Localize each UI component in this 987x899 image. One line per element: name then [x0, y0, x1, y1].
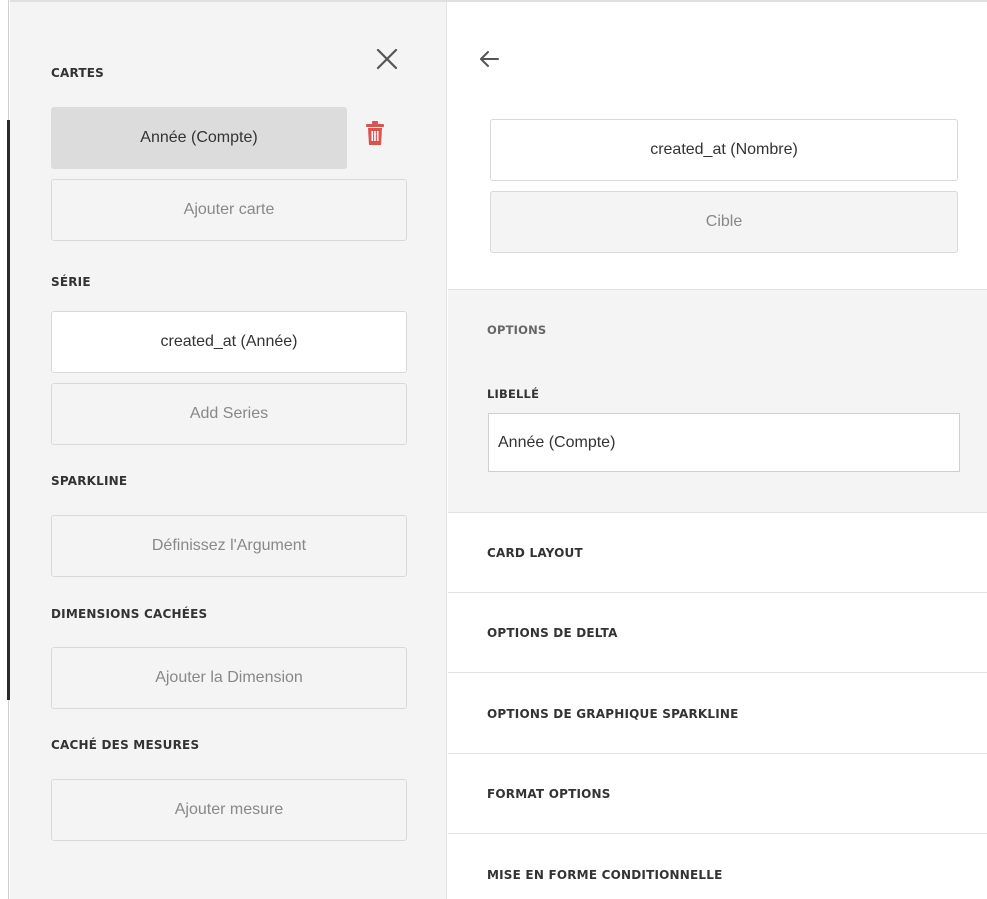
- section-sparkline-options-label: OPTIONS DE GRAPHIQUE SPARKLINE: [487, 706, 739, 721]
- options-panel: created_at (Nombre) Cible OPTIONS LIBELL…: [448, 2, 987, 899]
- add-dimension-button[interactable]: Ajouter la Dimension: [51, 647, 407, 709]
- dashboard-designer: CARTES Année (Compte) Ajouter carte SÉRI…: [0, 0, 987, 899]
- label-input[interactable]: [488, 413, 960, 472]
- trash-icon[interactable]: [364, 120, 386, 146]
- card-item-label: Année (Compte): [140, 129, 258, 146]
- section-format-options[interactable]: FORMAT OPTIONS: [448, 754, 987, 834]
- options-section: OPTIONS LIBELLÉ: [448, 289, 987, 513]
- arrow-left-icon[interactable]: [477, 47, 501, 71]
- section-format-options-label: FORMAT OPTIONS: [487, 786, 611, 801]
- left-edge: [0, 0, 10, 899]
- section-conditional-formatting[interactable]: MISE EN FORME CONDITIONNELLE: [448, 835, 987, 899]
- series-section-title: SÉRIE: [51, 275, 91, 289]
- section-delta-options-label: OPTIONS DE DELTA: [487, 625, 618, 640]
- section-card-layout[interactable]: CARD LAYOUT: [448, 513, 987, 593]
- series-item[interactable]: created_at (Année): [51, 311, 407, 373]
- section-conditional-formatting-label: MISE EN FORME CONDITIONNELLE: [487, 868, 723, 882]
- actual-value-field[interactable]: created_at (Nombre): [490, 119, 958, 181]
- add-dimension-label: Ajouter la Dimension: [155, 669, 303, 686]
- section-card-layout-label: CARD LAYOUT: [487, 545, 583, 560]
- section-delta-options[interactable]: OPTIONS DE DELTA: [448, 593, 987, 673]
- target-value-field[interactable]: Cible: [490, 191, 958, 253]
- add-card-button[interactable]: Ajouter carte: [51, 179, 407, 241]
- sparkline-section-title: SPARKLINE: [51, 474, 128, 488]
- label-title: LIBELLÉ: [487, 387, 540, 401]
- section-sparkline-options[interactable]: OPTIONS DE GRAPHIQUE SPARKLINE: [448, 674, 987, 754]
- target-value-label: Cible: [705, 213, 743, 230]
- actual-value-label: created_at (Nombre): [650, 141, 798, 158]
- binding-panel: CARTES Année (Compte) Ajouter carte SÉRI…: [10, 2, 447, 899]
- hidden-measures-section-title: CACHÉ DES MESURES: [51, 738, 200, 752]
- add-card-label: Ajouter carte: [183, 201, 275, 218]
- sparkline-argument-label: Définissez l'Argument: [151, 537, 307, 554]
- card-item-selected[interactable]: Année (Compte): [51, 107, 347, 169]
- sparkline-argument-button[interactable]: Définissez l'Argument: [51, 515, 407, 577]
- series-item-label: created_at (Année): [160, 333, 298, 350]
- hidden-dimensions-section-title: DIMENSIONS CACHÉES: [51, 607, 208, 621]
- cards-section-title: CARTES: [51, 66, 105, 80]
- close-icon[interactable]: [372, 44, 402, 74]
- add-series-label: Add Series: [189, 405, 269, 422]
- options-title: OPTIONS: [487, 323, 547, 337]
- add-measure-label: Ajouter mesure: [174, 801, 284, 818]
- add-series-button[interactable]: Add Series: [51, 383, 407, 445]
- add-measure-button[interactable]: Ajouter mesure: [51, 779, 407, 841]
